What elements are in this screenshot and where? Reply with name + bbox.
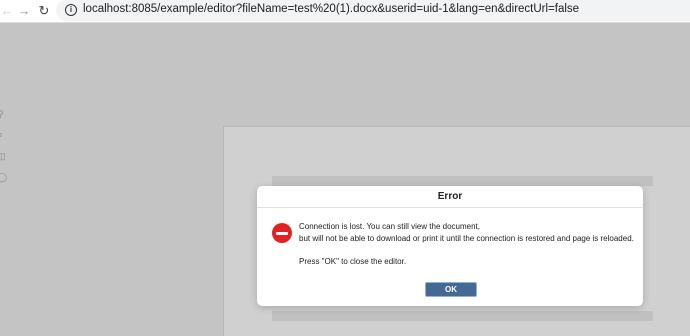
back-icon[interactable]: ← [0,2,16,20]
dialog-message-line-1: Connection is lost. You can still view t… [299,222,480,231]
forward-icon[interactable]: → [15,2,33,20]
url-text[interactable]: localhost:8085/example/editor?fileName=t… [83,3,579,15]
comments-icon[interactable]: ◯ [0,173,7,182]
headings-icon[interactable]: ≡ [0,131,6,140]
reload-icon[interactable]: ↻ [35,2,53,20]
dialog-message-line-3: Press "OK" to close the editor. [299,257,407,266]
columns-icon[interactable]: ◫ [0,152,6,161]
dialog-message-line-2: but will not be able to download or prin… [299,234,634,243]
error-dialog: Error Connection is lost. You can still … [257,186,643,306]
info-icon[interactable]: i [65,4,77,16]
search-icon[interactable]: ⚲ [0,110,6,119]
document-text-line [272,311,653,321]
ok-button[interactable]: OK [425,282,477,297]
dialog-title: Error [257,186,643,208]
left-sidebar: ⚲ ≡ ◫ ◯ [0,23,7,335]
stop-icon [272,223,292,243]
browser-toolbar: ← → ↻ i localhost:8085/example/editor?fi… [0,0,690,23]
address-bar[interactable]: i localhost:8085/example/editor?fileName… [56,0,690,21]
document-text-line [272,176,653,186]
